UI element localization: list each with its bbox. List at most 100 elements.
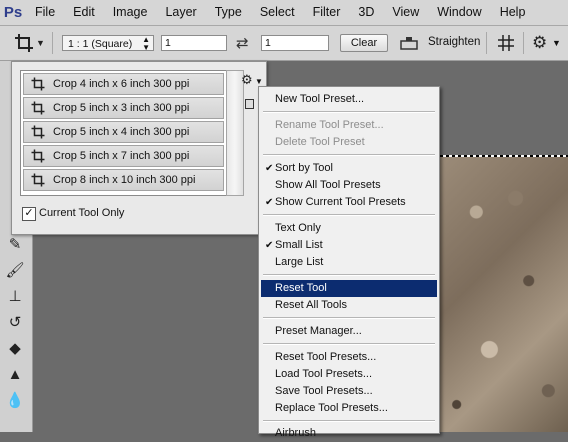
width-input[interactable]: 1 <box>161 35 227 51</box>
menu-help[interactable]: Help <box>491 0 535 25</box>
preset-label: Crop 8 inch x 10 inch 300 ppi <box>53 174 196 186</box>
document-canvas[interactable] <box>437 157 568 432</box>
menu-item-label: Airbrush <box>275 427 316 439</box>
preset-item[interactable]: Crop 4 inch x 6 inch 300 ppi <box>23 73 224 95</box>
overlay-grid-icon[interactable] <box>497 34 515 52</box>
menu-item-label: Reset Tool Presets... <box>275 351 377 363</box>
gear-icon[interactable]: ⚙ <box>532 33 547 53</box>
menu-image[interactable]: Image <box>104 0 157 25</box>
menu-3d[interactable]: 3D <box>349 0 383 25</box>
current-tool-only-label[interactable]: Current Tool Only <box>39 207 124 219</box>
menu-item-label: Load Tool Presets... <box>275 368 373 380</box>
menu-item-label: Preset Manager... <box>275 325 362 337</box>
history-brush-icon[interactable]: ↺ <box>3 311 27 333</box>
menu-window[interactable]: Window <box>428 0 490 25</box>
preset-item[interactable]: Crop 8 inch x 10 inch 300 ppi <box>23 169 224 191</box>
crop-preset-icon <box>31 149 45 163</box>
menu-separator <box>263 214 435 216</box>
menu-item-label: Sort by Tool <box>275 162 333 174</box>
straighten-icon[interactable] <box>400 36 418 50</box>
menu-item-load-tool-presets[interactable]: Load Tool Presets... <box>261 366 437 383</box>
menu-item-label: Text Only <box>275 222 321 234</box>
crop-preset-icon <box>31 125 45 139</box>
menu-item-label: Reset Tool <box>275 282 327 294</box>
menu-item-delete-tool-preset[interactable]: Delete Tool Preset <box>261 134 437 151</box>
menu-item-airbrush[interactable]: Airbrush <box>261 425 437 442</box>
crop-preset-icon <box>31 77 45 91</box>
menu-file[interactable]: File <box>26 0 64 25</box>
tool-preset-dropdown-icon[interactable]: ▼ <box>36 38 45 48</box>
menu-separator <box>263 274 435 276</box>
menu-item-label: Show Current Tool Presets <box>275 196 406 208</box>
menu-item-new-tool-preset[interactable]: New Tool Preset... <box>261 91 437 108</box>
checkmark-icon: ✔ <box>265 240 274 251</box>
preset-list: Crop 4 inch x 6 inch 300 ppi Crop 5 inch… <box>20 70 228 196</box>
menu-item-label: Small List <box>275 239 323 251</box>
menu-item-label: Large List <box>275 256 324 268</box>
menu-item-sort-by-tool[interactable]: ✔ Sort by Tool <box>261 160 437 177</box>
chevron-down-icon[interactable]: ▼ <box>552 38 561 48</box>
ratio-value: 1 : 1 (Square) <box>68 38 133 50</box>
ratio-select[interactable]: 1 : 1 (Square) ▲ ▼ <box>62 35 154 52</box>
height-input[interactable]: 1 <box>261 35 329 51</box>
menu-select[interactable]: Select <box>251 0 304 25</box>
preset-label: Crop 4 inch x 6 inch 300 ppi <box>53 78 190 90</box>
new-preset-icon[interactable] <box>245 99 254 109</box>
menu-separator <box>263 420 435 422</box>
preset-label: Crop 5 inch x 3 inch 300 ppi <box>53 102 190 114</box>
current-tool-only-checkbox[interactable]: ✓ <box>22 207 36 221</box>
menu-edit[interactable]: Edit <box>64 0 104 25</box>
tool-preset-context-menu: New Tool Preset... Rename Tool Preset...… <box>258 86 440 439</box>
preset-label: Crop 5 inch x 4 inch 300 ppi <box>53 126 190 138</box>
healing-brush-icon[interactable]: ✎ <box>3 233 27 255</box>
menu-item-text-only[interactable]: Text Only <box>261 220 437 237</box>
preset-scrollbar[interactable] <box>226 70 244 196</box>
menu-item-label: Replace Tool Presets... <box>275 402 388 414</box>
menu-view[interactable]: View <box>383 0 428 25</box>
preset-item[interactable]: Crop 5 inch x 3 inch 300 ppi <box>23 97 224 119</box>
menu-item-label: Rename Tool Preset... <box>275 119 384 131</box>
preset-item[interactable]: Crop 5 inch x 7 inch 300 ppi <box>23 145 224 167</box>
brush-tool-icon[interactable]: 🖌 <box>3 259 27 281</box>
menu-item-show-all-tool-presets[interactable]: Show All Tool Presets <box>261 177 437 194</box>
clone-stamp-icon[interactable]: ⊥ <box>3 285 27 307</box>
menu-item-label: Save Tool Presets... <box>275 385 373 397</box>
preset-label: Crop 5 inch x 7 inch 300 ppi <box>53 150 190 162</box>
menu-item-reset-tool-presets[interactable]: Reset Tool Presets... <box>261 349 437 366</box>
menu-item-reset-all-tools[interactable]: Reset All Tools <box>261 297 437 314</box>
paint-bucket-icon[interactable]: ▲ <box>3 363 27 385</box>
menu-type[interactable]: Type <box>206 0 251 25</box>
menu-separator <box>263 317 435 319</box>
swap-dimensions-icon[interactable]: ⇄ <box>236 34 249 52</box>
menu-item-save-tool-presets[interactable]: Save Tool Presets... <box>261 383 437 400</box>
menu-item-small-list[interactable]: ✔ Small List <box>261 237 437 254</box>
menu-item-reset-tool[interactable]: Reset Tool <box>261 280 437 297</box>
eraser-tool-icon[interactable]: ◆ <box>3 337 27 359</box>
menu-item-rename-tool-preset[interactable]: Rename Tool Preset... <box>261 117 437 134</box>
menu-separator <box>263 111 435 113</box>
chevron-down-icon[interactable]: ▼ <box>255 77 263 86</box>
menu-item-preset-manager[interactable]: Preset Manager... <box>261 323 437 340</box>
checkmark-icon: ✔ <box>265 163 274 174</box>
menu-separator <box>263 154 435 156</box>
tool-preset-picker: Crop 4 inch x 6 inch 300 ppi Crop 5 inch… <box>11 61 267 235</box>
menu-item-large-list[interactable]: Large List <box>261 254 437 271</box>
blur-tool-icon[interactable]: 💧 <box>3 389 27 411</box>
photoshop-logo: Ps <box>3 4 23 21</box>
gear-icon[interactable]: ⚙ <box>241 72 253 88</box>
menu-item-show-current-tool-presets[interactable]: ✔ Show Current Tool Presets <box>261 194 437 211</box>
options-bar: ▼ 1 : 1 (Square) ▲ ▼ 1 ⇄ 1 Clear Straight… <box>0 26 568 61</box>
menu-item-replace-tool-presets[interactable]: Replace Tool Presets... <box>261 400 437 417</box>
menu-item-label: Reset All Tools <box>275 299 347 311</box>
crop-tool-icon[interactable] <box>14 33 34 53</box>
clear-button[interactable]: Clear <box>340 34 388 52</box>
checkmark-icon: ✔ <box>265 197 274 208</box>
menu-item-label: Delete Tool Preset <box>275 136 365 148</box>
preset-item[interactable]: Crop 5 inch x 4 inch 300 ppi <box>23 121 224 143</box>
menu-item-label: Show All Tool Presets <box>275 179 381 191</box>
straighten-label[interactable]: Straighten <box>428 36 480 48</box>
options-divider <box>52 32 53 54</box>
menu-filter[interactable]: Filter <box>304 0 350 25</box>
menu-layer[interactable]: Layer <box>156 0 205 25</box>
menu-separator <box>263 343 435 345</box>
